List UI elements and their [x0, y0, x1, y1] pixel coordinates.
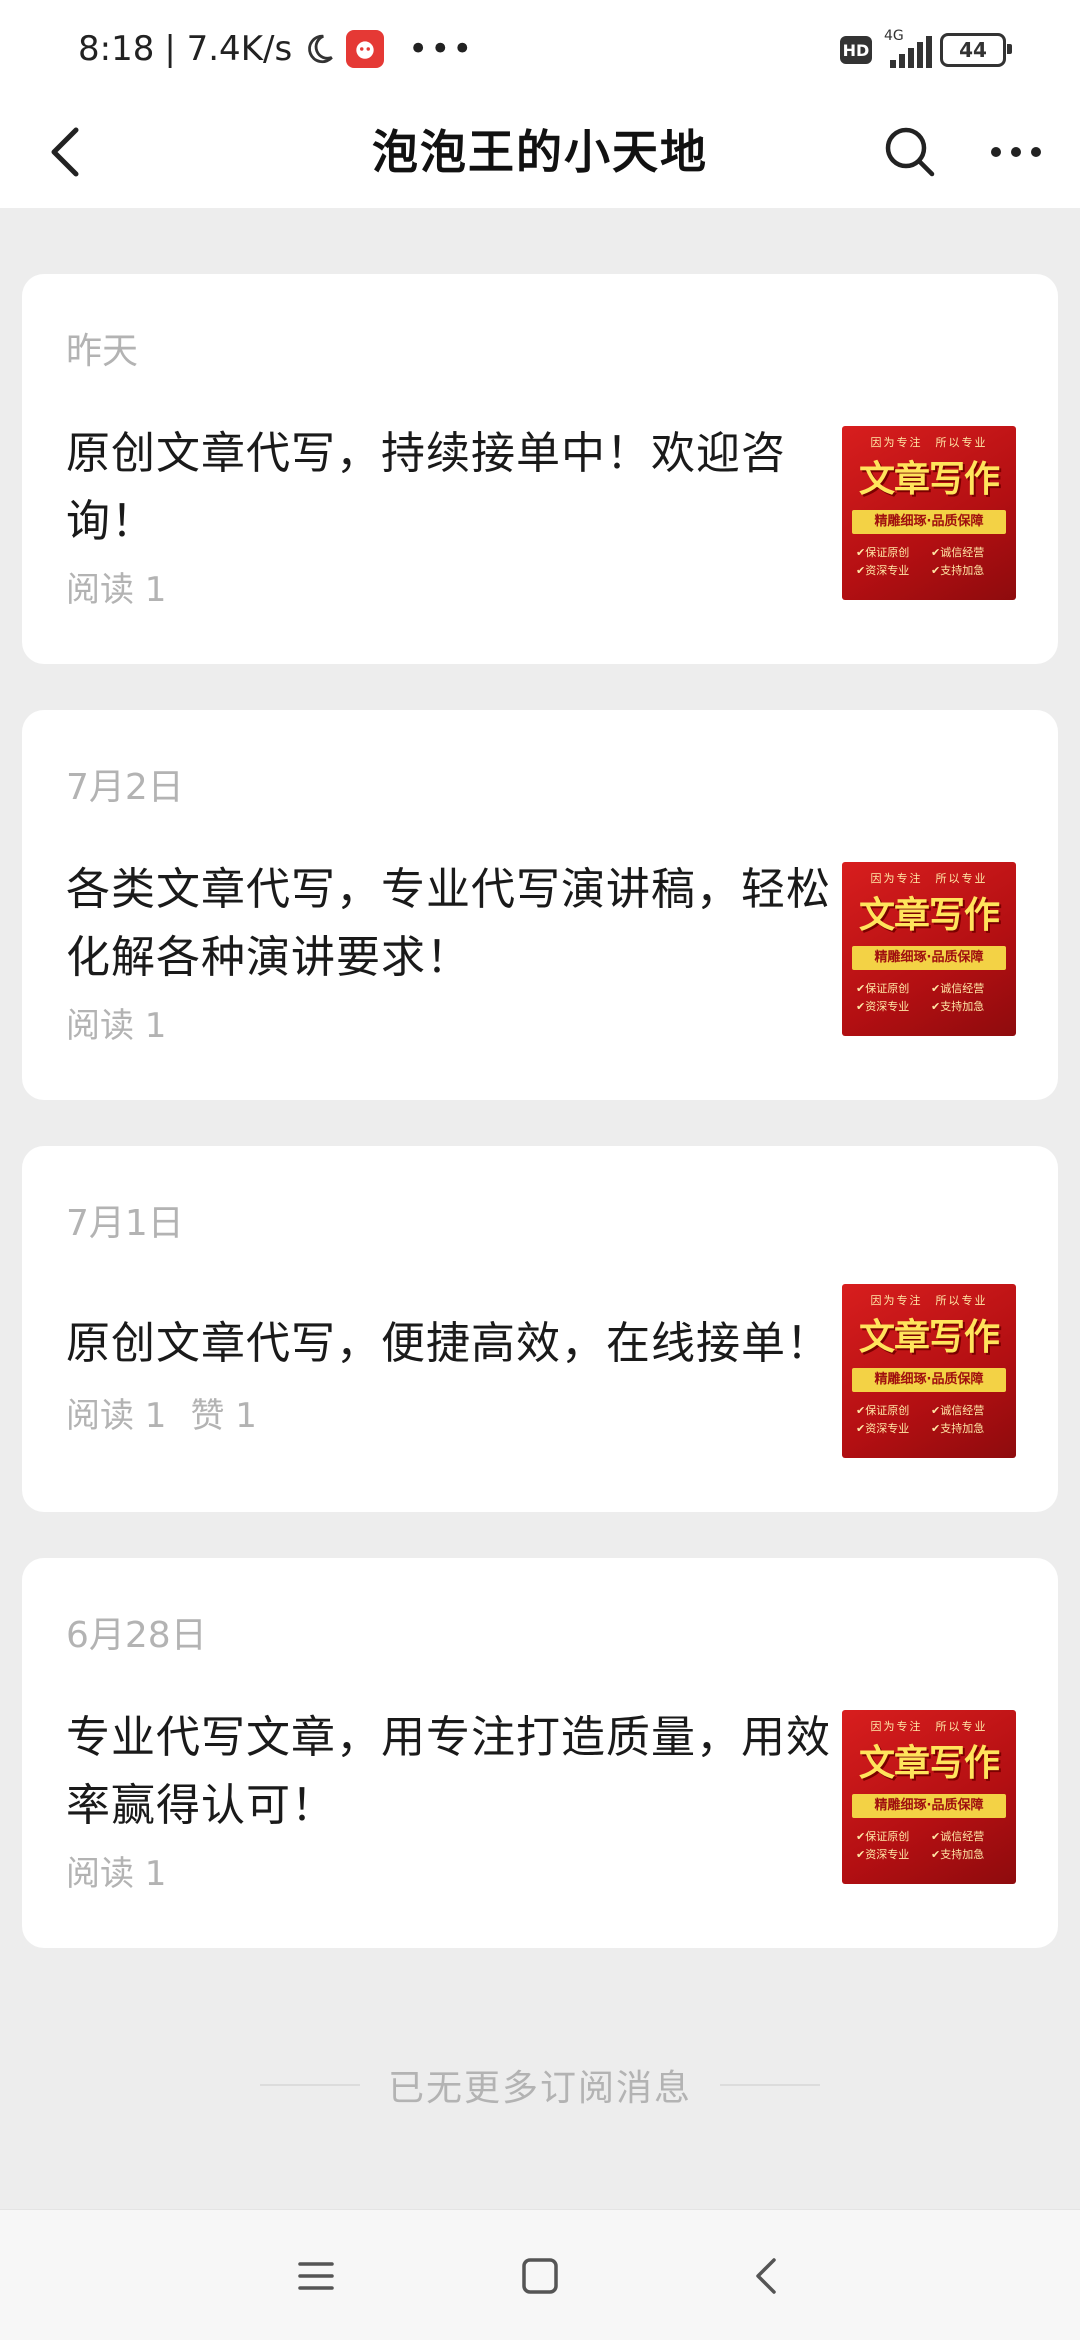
read-count: 阅读 1 [66, 570, 167, 610]
article-date: 7月1日 [66, 1203, 184, 1244]
article-thumbnail[interactable]: 因为专注 所以专业 文章写作 精雕细琢·品质保障 ✔保证原创 ✔诚信经营 ✔资深专… [842, 862, 1016, 1036]
thumb-bullets: ✔保证原创 ✔诚信经营 ✔资深专业 ✔支持加急 [856, 1830, 985, 1861]
status-left: 8:18 | 7.4K/s ••• [78, 24, 474, 74]
clock: 8:18 [78, 29, 155, 69]
battery-icon: 44 [940, 33, 1012, 67]
thumb-banner: 精雕细琢·品质保障 [852, 1368, 1006, 1392]
article-card[interactable]: 7月2日 各类文章代写，专业代写演讲稿，轻松化解各种演讲要求！ 阅读 1 因为专… [22, 710, 1058, 1100]
moon-icon [308, 34, 333, 64]
thumb-heading: 文章写作 [858, 1317, 1000, 1358]
back-button[interactable] [30, 116, 102, 188]
more-button[interactable] [980, 116, 1052, 188]
home-button[interactable] [504, 2240, 576, 2312]
menu-icon [298, 2262, 334, 2290]
system-back-button[interactable] [730, 2240, 802, 2312]
thumb-slogan: 因为专注 所以专业 [870, 872, 988, 885]
read-count: 阅读 1 [66, 1006, 167, 1046]
article-stats: 阅读 1 [66, 1846, 166, 1895]
thumb-bullets: ✔保证原创 ✔诚信经营 ✔资深专业 ✔支持加急 [856, 982, 985, 1013]
article-stats: 阅读 1 赞 1 [66, 1388, 257, 1437]
thumb-heading: 文章写作 [858, 1743, 1000, 1784]
status-bar: 8:18 | 7.4K/s ••• HD 4G 44 [0, 0, 1080, 96]
article-date: 7月2日 [66, 767, 184, 808]
net-speed: | 7.4K/s [164, 29, 293, 69]
article-title[interactable]: 原创文章代写，持续接单中！欢迎咨询！ [66, 420, 836, 556]
article-thumbnail[interactable]: 因为专注 所以专业 文章写作 精雕细琢·品质保障 ✔保证原创 ✔诚信经营 ✔资深专… [842, 1710, 1016, 1884]
chevron-left-icon [756, 2258, 776, 2294]
status-right: HD 4G 44 [840, 28, 1012, 72]
end-of-list: 已无更多订阅消息 [0, 2060, 1080, 2110]
thumb-slogan: 因为专注 所以专业 [870, 1720, 988, 1733]
thumb-heading: 文章写作 [858, 459, 1000, 500]
article-stats: 阅读 1 [66, 562, 166, 611]
search-button[interactable] [874, 116, 946, 188]
end-of-list-text: 已无更多订阅消息 [387, 2068, 692, 2109]
article-date: 昨天 [66, 331, 139, 372]
thumb-banner: 精雕细琢·品质保障 [852, 946, 1006, 970]
article-date: 6月28日 [66, 1615, 207, 1656]
app-notification-icon [346, 30, 385, 68]
article-title[interactable]: 原创文章代写，便捷高效，在线接单！ [66, 1310, 836, 1378]
header: 泡泡王的小天地 [0, 96, 1080, 208]
thumb-banner: 精雕细琢·品质保障 [852, 510, 1006, 534]
signal-icon: 4G [884, 28, 932, 68]
article-stats: 阅读 1 [66, 998, 166, 1047]
read-count: 阅读 1 [66, 1854, 167, 1894]
chevron-left-icon [51, 127, 79, 177]
article-thumbnail[interactable]: 因为专注 所以专业 文章写作 精雕细琢·品质保障 ✔保证原创 ✔诚信经营 ✔资深专… [842, 426, 1016, 600]
battery-level: 44 [959, 38, 987, 62]
article-thumbnail[interactable]: 因为专注 所以专业 文章写作 精雕细琢·品质保障 ✔保证原创 ✔诚信经营 ✔资深专… [842, 1284, 1016, 1458]
search-icon [885, 127, 935, 177]
thumb-bullets: ✔保证原创 ✔诚信经营 ✔资深专业 ✔支持加急 [856, 1404, 985, 1435]
square-icon [522, 2258, 558, 2294]
thumb-banner: 精雕细琢·品质保障 [852, 1794, 1006, 1818]
article-card[interactable]: 7月1日 原创文章代写，便捷高效，在线接单！ 阅读 1 赞 1 因为专注 所以专… [22, 1146, 1058, 1512]
divider [259, 2084, 360, 2086]
more-notifications-icon: ••• [408, 29, 475, 69]
read-count: 阅读 1 [66, 1396, 167, 1436]
more-dots-icon [991, 147, 1041, 157]
thumb-slogan: 因为专注 所以专业 [870, 436, 988, 449]
article-title[interactable]: 各类文章代写，专业代写演讲稿，轻松化解各种演讲要求！ [66, 856, 836, 992]
article-card[interactable]: 昨天 原创文章代写，持续接单中！欢迎咨询！ 阅读 1 因为专注 所以专业 文章写… [22, 274, 1058, 664]
thumb-bullets: ✔保证原创 ✔诚信经营 ✔资深专业 ✔支持加急 [856, 546, 985, 577]
thumb-heading: 文章写作 [858, 895, 1000, 936]
hd-icon: HD [840, 36, 872, 64]
thumb-slogan: 因为专注 所以专业 [870, 1294, 988, 1307]
menu-button[interactable] [280, 2240, 352, 2312]
article-card[interactable]: 6月28日 专业代写文章，用专注打造质量，用效率赢得认可！ 阅读 1 因为专注 … [22, 1558, 1058, 1948]
article-title[interactable]: 专业代写文章，用专注打造质量，用效率赢得认可！ [66, 1704, 836, 1840]
like-count: 赞 1 [190, 1396, 257, 1436]
divider [720, 2084, 820, 2086]
system-nav-bar [0, 2209, 1080, 2340]
